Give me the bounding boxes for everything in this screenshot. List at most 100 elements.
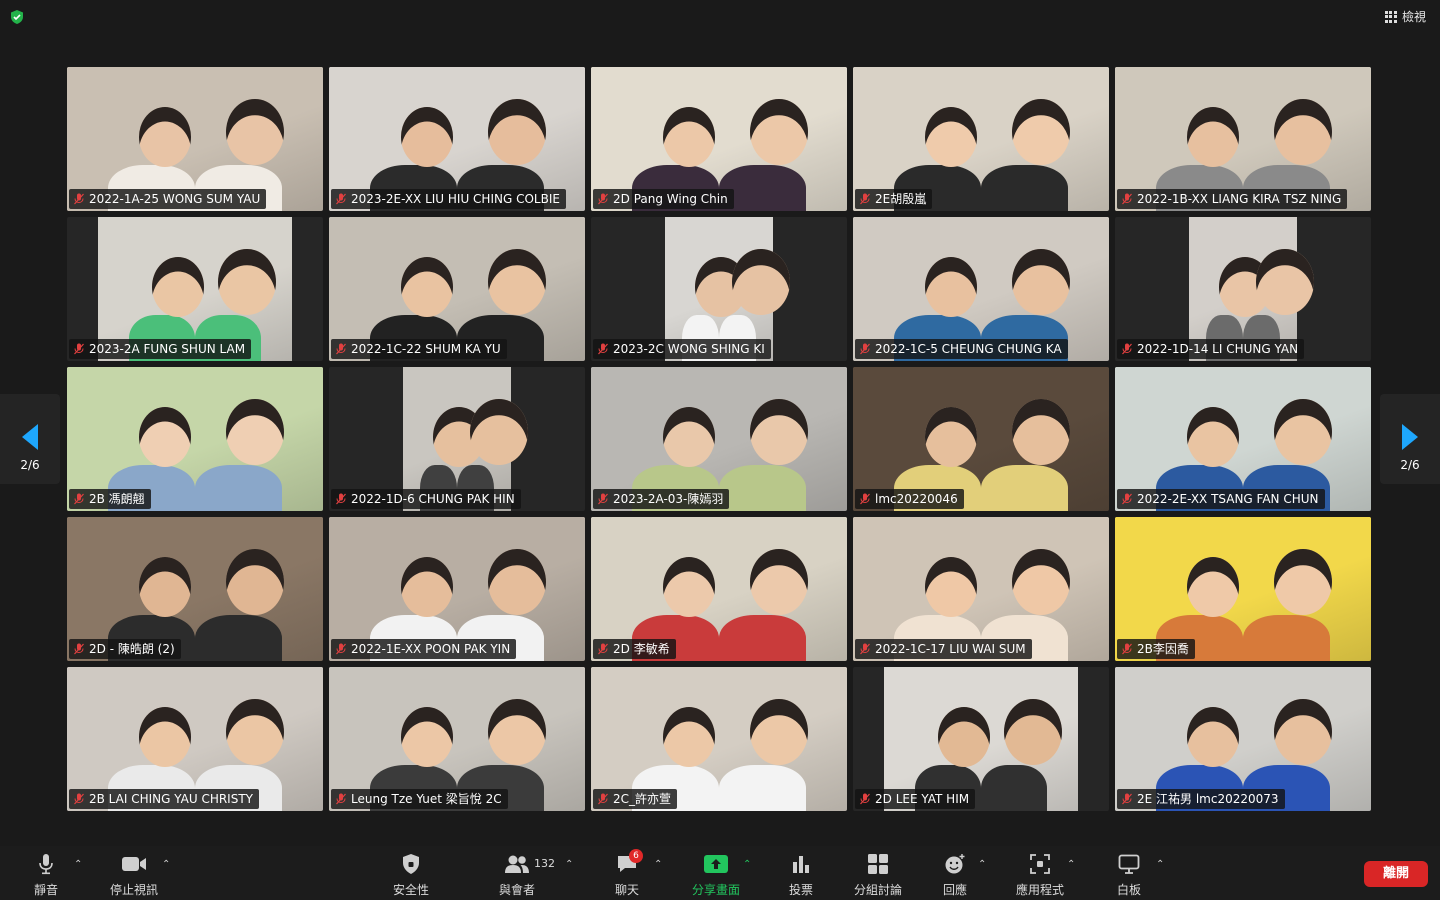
participant-video-tile[interactable]: 2023-2A-03-陳嫣羽 <box>591 367 847 511</box>
participant-name: 2023-2A FUNG SHUN LAM <box>89 342 246 356</box>
person-face <box>749 398 808 466</box>
participant-name: 2022-1C-17 LIU WAI SUM <box>875 642 1026 656</box>
right-arrow-icon <box>1402 424 1418 450</box>
person-silhouette <box>195 464 283 511</box>
participant-nameplate: 2023-2A FUNG SHUN LAM <box>69 339 252 359</box>
participant-name: 2D LEE YAT HIM <box>875 792 970 806</box>
share-options-chevron-icon[interactable]: ⌃ <box>743 859 753 870</box>
participant-nameplate: 2022-1C-22 SHUM KA YU <box>331 339 507 359</box>
person-silhouette <box>719 764 807 811</box>
person-face <box>225 98 284 166</box>
participant-video-tile[interactable]: 2023-2E-XX LIU HIU CHING COLBIE <box>329 67 585 211</box>
participant-video-tile[interactable]: 2022-1D-14 LI CHUNG YAN <box>1115 217 1371 361</box>
participant-video-tile[interactable]: 2022-1C-22 SHUM KA YU <box>329 217 585 361</box>
participant-video-tile[interactable]: 2022-1C-17 LIU WAI SUM <box>853 517 1109 661</box>
muted-microphone-icon <box>74 643 84 655</box>
participant-name: 2022-1C-5 CHEUNG CHUNG KA <box>875 342 1062 356</box>
participant-nameplate: 2022-1C-17 LIU WAI SUM <box>855 639 1032 659</box>
person-silhouette <box>981 164 1069 211</box>
person-face <box>138 707 191 768</box>
person-face <box>1273 98 1332 166</box>
participant-nameplate: 2D LEE YAT HIM <box>855 789 976 809</box>
polls-button[interactable]: 投票 <box>786 852 816 898</box>
participant-video-tile[interactable]: 2022-1D-6 CHUNG PAK HIN <box>329 367 585 511</box>
chat-bubble-icon: 6 <box>610 849 644 876</box>
leave-meeting-button[interactable]: 離開 <box>1364 861 1428 887</box>
muted-microphone-icon <box>1122 193 1132 205</box>
chat-options-chevron-icon[interactable]: ⌃ <box>654 859 664 870</box>
mute-button[interactable]: 靜音 <box>28 852 64 898</box>
participant-video-tile[interactable]: 2023-2C WONG SHING KI <box>591 217 847 361</box>
participant-video-tile[interactable]: 2D LEE YAT HIM <box>853 667 1109 811</box>
participant-video-tile[interactable]: lmc20220046 <box>853 367 1109 511</box>
page-indicator-left: 2/6 <box>20 458 40 472</box>
muted-microphone-icon <box>598 793 608 805</box>
participant-name: lmc20220046 <box>875 492 958 506</box>
reactions-label: 回應 <box>942 883 967 897</box>
participant-name: 2B李因喬 <box>1137 642 1189 656</box>
participant-video-tile[interactable]: 2E胡殷嵐 <box>853 67 1109 211</box>
top-bar: 檢視 <box>0 0 1440 36</box>
participant-video-tile[interactable]: Leung Tze Yuet 梁旨悅 2C <box>329 667 585 811</box>
person-face <box>1273 398 1332 466</box>
whiteboard-label: 白板 <box>1116 883 1141 897</box>
apps-options-chevron-icon[interactable]: ⌃ <box>1067 859 1077 870</box>
stop-video-button[interactable]: 停止視訊 <box>108 852 160 898</box>
person-silhouette <box>981 464 1069 511</box>
person-face <box>218 248 277 316</box>
participant-name: 2D - 陳皓朗 (2) <box>89 642 175 656</box>
participant-video-tile[interactable]: 2D 李敏希 <box>591 517 847 661</box>
participant-video-tile[interactable]: 2022-1C-5 CHEUNG CHUNG KA <box>853 217 1109 361</box>
person-face <box>1186 557 1239 618</box>
participant-nameplate: 2E 江祐男 lmc20220073 <box>1117 789 1285 809</box>
whiteboard-options-chevron-icon[interactable]: ⌃ <box>1156 859 1166 870</box>
participant-video-tile[interactable]: 2022-1B-XX LIANG KIRA TSZ NING <box>1115 67 1371 211</box>
person-face <box>138 107 191 168</box>
participant-nameplate: 2D - 陳皓朗 (2) <box>69 639 181 659</box>
participant-video-tile[interactable]: 2C_許亦萱 <box>591 667 847 811</box>
participants-options-chevron-icon[interactable]: ⌃ <box>565 859 575 870</box>
participant-video-tile[interactable]: 2022-1E-XX POON PAK YIN <box>329 517 585 661</box>
participant-video-tile[interactable]: 2022-2E-XX TSANG FAN CHUN <box>1115 367 1371 511</box>
participant-nameplate: 2022-1B-XX LIANG KIRA TSZ NING <box>1117 189 1348 209</box>
person-face <box>400 107 453 168</box>
reactions-button[interactable]: 回應 <box>940 852 970 898</box>
participant-video-tile[interactable]: 2B LAI CHING YAU CHRISTY <box>67 667 323 811</box>
participant-video-tile[interactable]: 2B 馮朗翹 <box>67 367 323 511</box>
apps-icon <box>1014 852 1066 876</box>
participant-video-tile[interactable]: 2023-2A FUNG SHUN LAM <box>67 217 323 361</box>
security-button[interactable]: 安全性 <box>390 852 432 898</box>
person-face <box>400 557 453 618</box>
participant-nameplate: 2022-1D-6 CHUNG PAK HIN <box>331 489 521 509</box>
view-button[interactable]: 檢視 <box>1384 8 1426 25</box>
person-face <box>1011 398 1070 466</box>
person-face <box>662 107 715 168</box>
apps-button[interactable]: 應用程式 <box>1014 852 1066 898</box>
next-page-button[interactable]: 2/6 <box>1380 394 1440 484</box>
whiteboard-icon <box>1114 852 1144 876</box>
video-options-chevron-icon[interactable]: ⌃ <box>162 859 172 870</box>
participant-video-tile[interactable]: 2D - 陳皓朗 (2) <box>67 517 323 661</box>
participants-button[interactable]: 132 與會者 <box>496 852 555 898</box>
microphone-icon <box>28 852 64 876</box>
reactions-options-chevron-icon[interactable]: ⌃ <box>978 859 988 870</box>
audio-options-chevron-icon[interactable]: ⌃ <box>74 859 84 870</box>
share-screen-button[interactable]: 分享畫面 <box>690 852 742 898</box>
participant-video-tile[interactable]: 2D Pang Wing Chin <box>591 67 847 211</box>
participant-nameplate: 2E胡殷嵐 <box>855 189 933 209</box>
whiteboard-button[interactable]: 白板 <box>1114 852 1144 898</box>
participant-name: 2023-2A-03-陳嫣羽 <box>613 492 724 506</box>
participant-video-tile[interactable]: 2E 江祐男 lmc20220073 <box>1115 667 1371 811</box>
person-face <box>487 98 546 166</box>
person-face <box>1186 407 1239 468</box>
breakout-rooms-button[interactable]: 分組討論 <box>852 852 904 898</box>
encryption-shield-icon[interactable] <box>9 9 25 25</box>
person-face <box>924 257 977 318</box>
participant-name: 2D 李敏希 <box>613 642 670 656</box>
chat-button[interactable]: 6 聊天 <box>610 849 644 898</box>
participant-video-tile[interactable]: 2022-1A-25 WONG SUM YAU <box>67 67 323 211</box>
person-face <box>225 398 284 466</box>
stop-video-label: 停止視訊 <box>109 883 158 897</box>
participant-video-tile[interactable]: 2B李因喬 <box>1115 517 1371 661</box>
previous-page-button[interactable]: 2/6 <box>0 394 60 484</box>
